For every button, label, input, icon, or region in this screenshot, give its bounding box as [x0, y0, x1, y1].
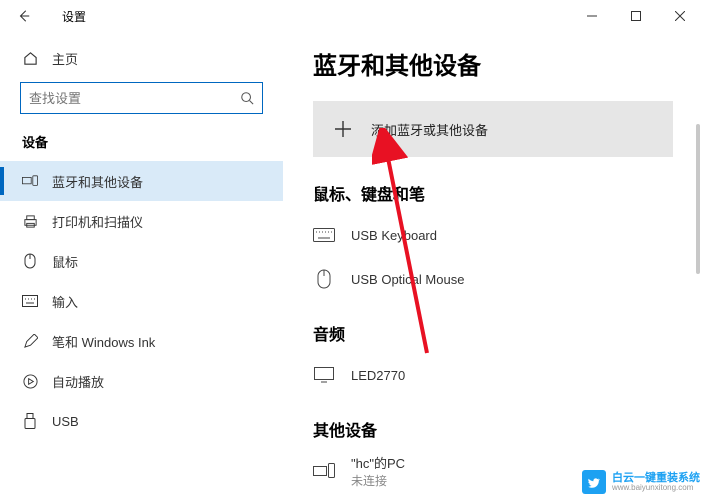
watermark-text: 白云一键重装系统 — [612, 473, 700, 484]
home-nav[interactable]: 主页 — [0, 40, 283, 76]
group-title-other: 其他设备 — [313, 417, 686, 441]
keyboard-icon — [22, 295, 38, 307]
window-title: 设置 — [62, 8, 86, 25]
watermark: 白云一键重装系统 www.baiyunxitong.com — [582, 470, 700, 494]
minimize-icon — [587, 11, 597, 21]
content-area: 蓝牙和其他设备 添加蓝牙或其他设备 鼠标、键盘和笔 USB Keyboard U… — [283, 32, 706, 500]
device-label: LED2770 — [351, 368, 405, 383]
close-icon — [675, 11, 685, 21]
search-icon — [240, 91, 254, 105]
page-title: 蓝牙和其他设备 — [313, 46, 686, 81]
nav-usb[interactable]: USB — [0, 401, 283, 441]
close-button[interactable] — [658, 0, 702, 32]
mouse-device-icon — [313, 269, 335, 289]
watermark-url: www.baiyunxitong.com — [612, 484, 700, 492]
maximize-button[interactable] — [614, 0, 658, 32]
device-row[interactable]: USB Keyboard — [313, 213, 686, 257]
group-title-audio: 音频 — [313, 321, 686, 345]
devices-icon — [22, 174, 38, 188]
monitor-device-icon — [313, 367, 335, 383]
watermark-logo-icon — [582, 470, 606, 494]
home-icon — [22, 51, 38, 66]
nav-label: 蓝牙和其他设备 — [52, 172, 143, 191]
device-row[interactable]: USB Optical Mouse — [313, 257, 686, 301]
device-label: USB Optical Mouse — [351, 272, 464, 287]
section-title: 设备 — [0, 126, 283, 161]
minimize-button[interactable] — [570, 0, 614, 32]
back-button[interactable] — [4, 0, 44, 32]
device-status: 未连接 — [351, 472, 405, 489]
pen-icon — [22, 334, 38, 349]
device-label: "hc"的PC — [351, 453, 405, 472]
sidebar: 主页 设备 蓝牙和其他设备 打印机和扫描仪 — [0, 32, 283, 500]
nav-label: 笔和 Windows Ink — [52, 332, 155, 351]
device-row[interactable]: LED2770 — [313, 353, 686, 397]
search-input[interactable] — [29, 91, 240, 106]
printer-icon — [22, 214, 38, 229]
nav-label: USB — [52, 414, 79, 429]
add-device-button[interactable]: 添加蓝牙或其他设备 — [313, 101, 673, 157]
nav-bluetooth[interactable]: 蓝牙和其他设备 — [0, 161, 283, 201]
nav-mouse[interactable]: 鼠标 — [0, 241, 283, 281]
search-box[interactable] — [20, 82, 263, 114]
nav-label: 输入 — [52, 292, 78, 311]
plus-icon — [329, 115, 357, 143]
add-device-label: 添加蓝牙或其他设备 — [371, 120, 488, 139]
nav-label: 自动播放 — [52, 372, 104, 391]
mouse-icon — [22, 253, 38, 269]
usb-icon — [22, 413, 38, 429]
arrow-left-icon — [17, 9, 31, 23]
nav-typing[interactable]: 输入 — [0, 281, 283, 321]
scrollbar[interactable] — [696, 124, 700, 274]
nav-printers[interactable]: 打印机和扫描仪 — [0, 201, 283, 241]
nav-pen[interactable]: 笔和 Windows Ink — [0, 321, 283, 361]
keyboard-device-icon — [313, 228, 335, 242]
device-label: USB Keyboard — [351, 228, 437, 243]
group-title-input: 鼠标、键盘和笔 — [313, 181, 686, 205]
maximize-icon — [631, 11, 641, 21]
autoplay-icon — [22, 374, 38, 389]
nav-label: 打印机和扫描仪 — [52, 212, 143, 231]
nav-autoplay[interactable]: 自动播放 — [0, 361, 283, 401]
pc-device-icon — [313, 463, 335, 479]
nav-label: 鼠标 — [52, 252, 78, 271]
home-label: 主页 — [52, 49, 78, 68]
titlebar: 设置 — [0, 0, 706, 32]
